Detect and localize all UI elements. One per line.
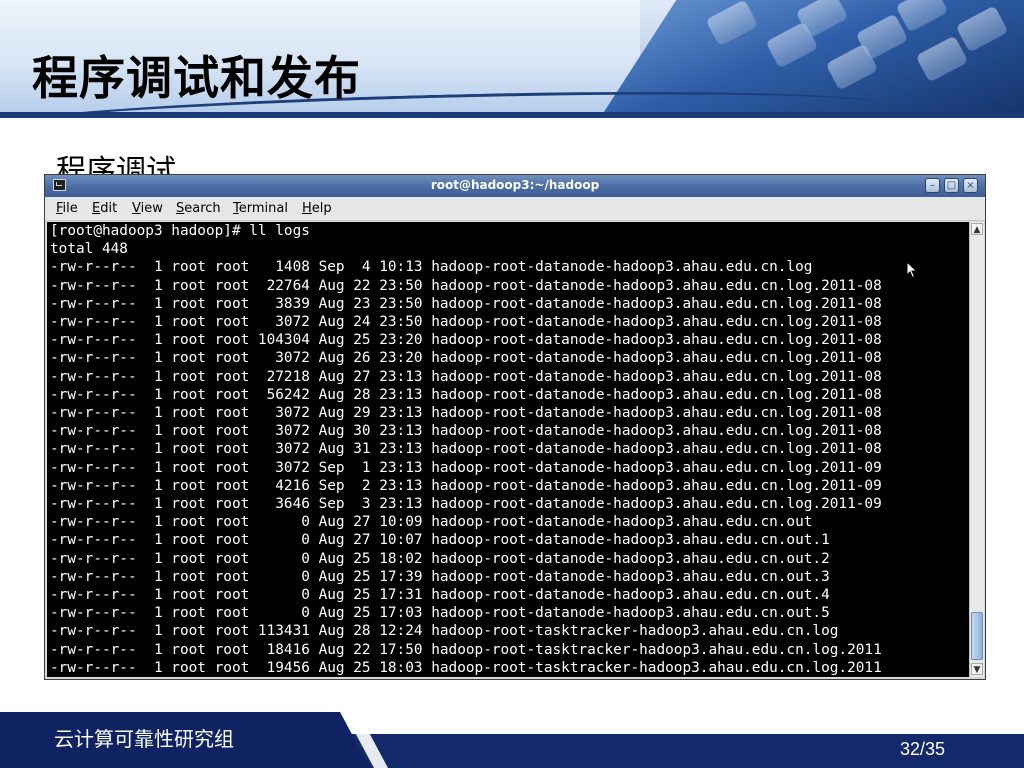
- keycap-shape: [915, 35, 969, 83]
- slide-title: 程序调试和发布: [32, 51, 361, 105]
- minimize-button[interactable]: –: [925, 178, 940, 193]
- terminal-output[interactable]: [root@hadoop3 hadoop]# ll logs total 448…: [47, 222, 969, 677]
- terminal-line: -rw-r--r-- 1 root root 3072 Aug 26 23:20…: [50, 350, 882, 367]
- menu-file[interactable]: File: [56, 201, 78, 216]
- minimize-icon: –: [930, 180, 935, 191]
- scroll-down-button[interactable]: ▼: [971, 663, 983, 675]
- terminal-line: -rw-r--r-- 1 root root 0 Aug 25 17:39 ha…: [50, 568, 830, 585]
- terminal-line: -rw-r--r-- 1 root root 0 Aug 25 18:02 ha…: [50, 550, 830, 567]
- scroll-up-button[interactable]: ▲: [971, 223, 983, 235]
- menu-help[interactable]: Help: [302, 201, 332, 216]
- terminal-line: -rw-r--r-- 1 root root 27218 Aug 27 23:1…: [50, 368, 882, 385]
- terminal-line: -rw-r--r-- 1 root root 3072 Aug 29 23:13…: [50, 405, 882, 421]
- maximize-icon: □: [946, 180, 957, 191]
- keycap-shape: [955, 5, 1009, 53]
- terminal-line: -rw-r--r-- 1 root root 0 Aug 25 17:31 ha…: [50, 587, 830, 603]
- terminal-line: [root@hadoop3 hadoop]# ll logs: [50, 223, 310, 239]
- terminal-line: -rw-r--r-- 1 root root 3072 Aug 31 23:13…: [50, 441, 882, 458]
- footer-group-name: 云计算可靠性研究组: [54, 727, 234, 751]
- window-title: root@hadoop3:~/hadoop: [430, 178, 600, 192]
- terminal-line: -rw-r--r-- 1 root root 3072 Aug 30 23:13…: [50, 423, 882, 440]
- maximize-button[interactable]: □: [944, 178, 959, 193]
- close-icon: ×: [966, 180, 975, 191]
- terminal-line: -rw-r--r-- 1 root root 1408 Sep 4 10:13 …: [50, 259, 813, 276]
- terminal-line: -rw-r--r-- 1 root root 19456 Aug 25 18:0…: [50, 659, 882, 676]
- slide-footer: 云计算可靠性研究组 32/35: [0, 712, 1024, 768]
- menu-view[interactable]: View: [132, 201, 163, 216]
- terminal-line: -rw-r--r-- 1 root root 56242 Aug 28 23:1…: [50, 386, 882, 403]
- vertical-scrollbar[interactable]: ▲ ▼: [969, 222, 984, 677]
- keycap-shape: [895, 0, 949, 33]
- terminal-line: -rw-r--r-- 1 root root 22764 Aug 22 23:5…: [50, 277, 882, 294]
- scrollbar-thumb[interactable]: [971, 612, 983, 660]
- mouse-pointer-icon: [906, 260, 918, 279]
- terminal-line: -rw-r--r-- 1 root root 3646 Sep 3 23:13 …: [50, 496, 882, 512]
- slide-subtitle: 程序调试: [56, 154, 176, 176]
- terminal-line: -rw-r--r-- 1 root root 3839 Aug 23 23:50…: [50, 295, 882, 312]
- menu-search[interactable]: Search: [176, 201, 221, 216]
- menu-edit[interactable]: Edit: [92, 201, 117, 216]
- terminal-line: -rw-r--r-- 1 root root 4216 Sep 2 23:13 …: [50, 477, 882, 494]
- terminal-line: -rw-r--r-- 1 root root 0 Aug 25 17:03 ha…: [50, 605, 830, 622]
- terminal-line: -rw-r--r-- 1 root root 0 Aug 27 10:09 ha…: [50, 514, 813, 531]
- terminal-window: root@hadoop3:~/hadoop – □ × File Edit Vi…: [44, 174, 986, 680]
- terminal-line: -rw-r--r-- 1 root root 104304 Aug 25 23:…: [50, 332, 882, 349]
- header-divider: [0, 112, 1024, 118]
- terminal-line: total 448: [50, 241, 128, 258]
- chevron-up-icon: ▲: [973, 225, 981, 235]
- window-titlebar[interactable]: root@hadoop3:~/hadoop – □ ×: [45, 175, 985, 197]
- terminal-line: -rw-r--r-- 1 root root 0 Aug 27 10:07 ha…: [50, 532, 830, 549]
- keycap-shape: [705, 0, 759, 47]
- chevron-down-icon: ▼: [973, 665, 981, 675]
- terminal-line: -rw-r--r-- 1 root root 113431 Aug 28 12:…: [50, 623, 839, 640]
- menu-bar: File Edit View Search Terminal Help: [45, 197, 985, 221]
- terminal-line: -rw-r--r-- 1 root root 3072 Sep 1 23:13 …: [50, 459, 882, 476]
- close-button[interactable]: ×: [963, 178, 978, 193]
- terminal-line: -rw-r--r-- 1 root root 18416 Aug 22 17:5…: [50, 641, 882, 658]
- menu-terminal[interactable]: Terminal: [233, 201, 288, 216]
- page-number: 32/35: [900, 739, 946, 759]
- terminal-line: -rw-r--r-- 1 root root 3072 Aug 24 23:50…: [50, 314, 882, 330]
